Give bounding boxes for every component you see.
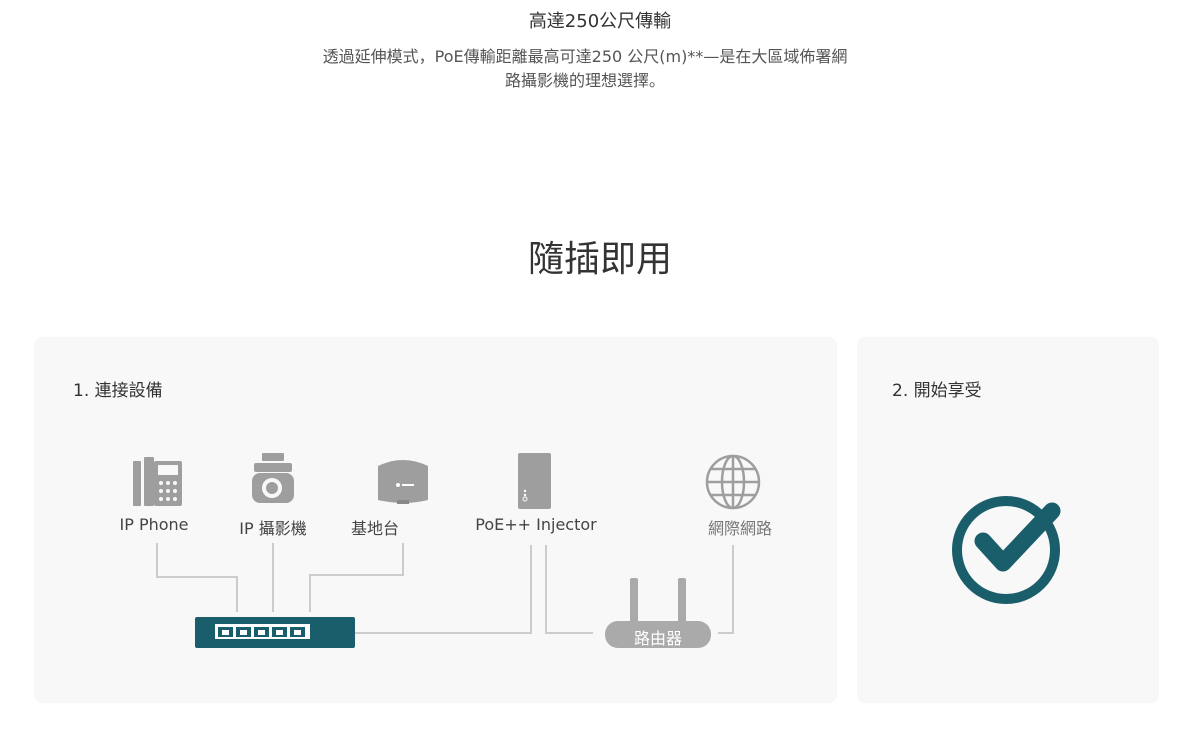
ip-camera-icon (252, 453, 294, 503)
ip-phone-icon (133, 457, 182, 506)
ip-camera-label: IP 攝影機 (239, 519, 307, 538)
globe-icon (705, 454, 761, 510)
ip-phone-label: IP Phone (119, 515, 189, 534)
base-station-icon (378, 460, 428, 504)
injector-label: PoE++ Injector (475, 515, 597, 534)
poe-injector-icon (518, 453, 551, 509)
base-station-label: 基地台 (350, 519, 400, 538)
router-label: 路由器 (633, 629, 683, 648)
connection-diagram (133, 453, 1061, 648)
switch-icon (195, 617, 355, 648)
internet-label: 網際網路 (707, 519, 773, 538)
checkmark-icon (952, 496, 1061, 604)
